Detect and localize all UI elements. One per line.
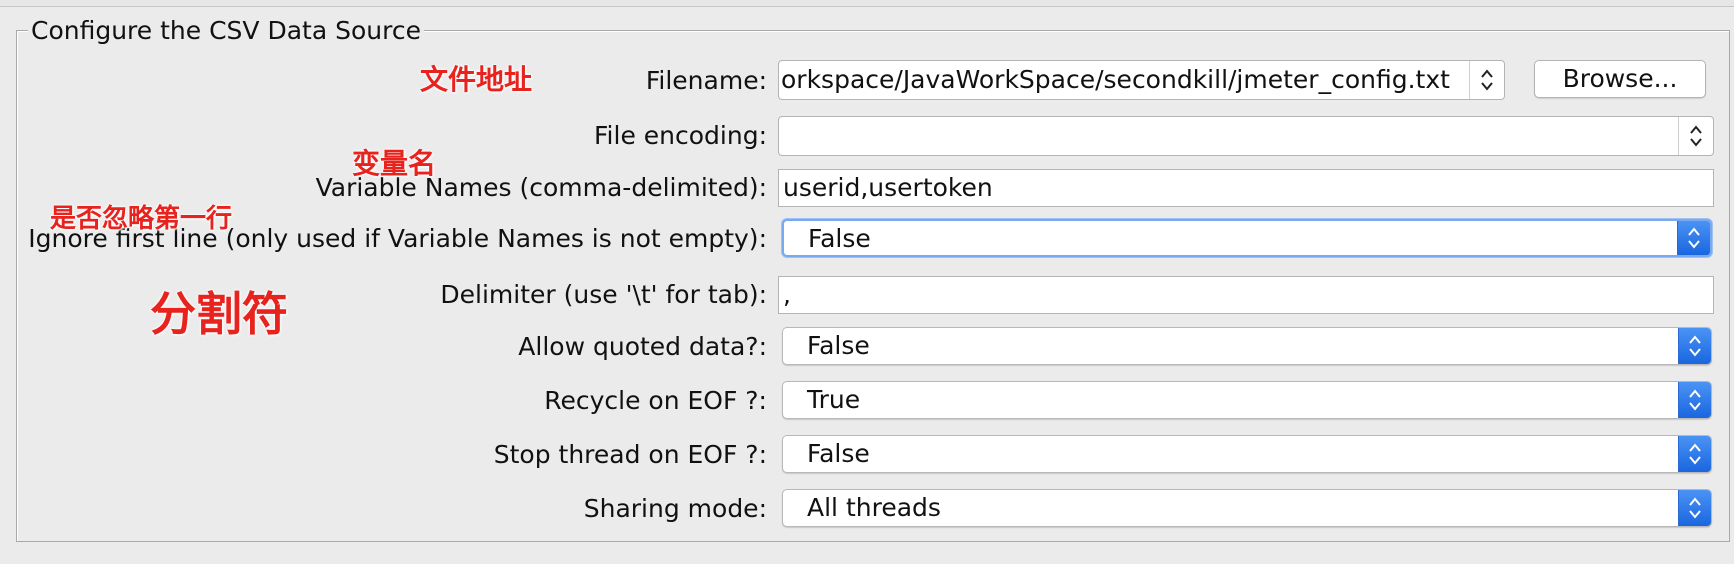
stop-thread-eof-select[interactable]: False [782,435,1712,473]
annotation-ignore-first: 是否忽略第一行 [50,204,233,234]
blue-chevron-icon[interactable] [1677,221,1710,255]
ignore-first-line-value: False [808,224,871,253]
stop-thread-eof-label: Stop thread on EOF ?: [493,440,767,469]
up-down-chevron-icon[interactable] [1469,61,1504,99]
browse-button[interactable]: Browse... [1534,60,1706,98]
annotation-file-address: 文件地址 [420,63,533,96]
top-divider [0,0,1734,7]
filename-combo[interactable]: orkspace/JavaWorkSpace/secondkill/jmeter… [778,60,1505,100]
ignore-first-line-select[interactable]: False [782,219,1712,257]
group-title: Configure the CSV Data Source [28,16,424,46]
annotation-delimiter: 分割符 [150,287,288,341]
allow-quoted-label: Allow quoted data?: [518,332,767,361]
file-encoding-label: File encoding: [594,121,767,150]
delimiter-input[interactable]: , [778,276,1714,314]
blue-chevron-icon[interactable] [1678,490,1711,526]
blue-chevron-icon[interactable] [1678,436,1711,472]
variable-names-input[interactable]: userid,usertoken [778,169,1714,207]
up-down-chevron-icon[interactable] [1678,117,1713,155]
allow-quoted-value: False [807,331,870,360]
allow-quoted-select[interactable]: False [782,327,1712,365]
blue-chevron-icon[interactable] [1678,328,1711,364]
filename-label: Filename: [645,66,767,95]
stop-thread-eof-value: False [807,439,870,468]
recycle-eof-label: Recycle on EOF ?: [544,386,767,415]
file-encoding-combo[interactable] [778,116,1714,156]
annotation-var-name: 变量名 [352,147,437,180]
recycle-eof-select[interactable]: True [782,381,1712,419]
filename-value: orkspace/JavaWorkSpace/secondkill/jmeter… [781,65,1450,94]
blue-chevron-icon[interactable] [1678,382,1711,418]
recycle-eof-value: True [807,385,861,414]
sharing-mode-select[interactable]: All threads [782,489,1712,527]
delimiter-label: Delimiter (use '\t' for tab): [440,280,767,309]
sharing-mode-label: Sharing mode: [583,494,767,523]
sharing-mode-value: All threads [807,493,941,522]
